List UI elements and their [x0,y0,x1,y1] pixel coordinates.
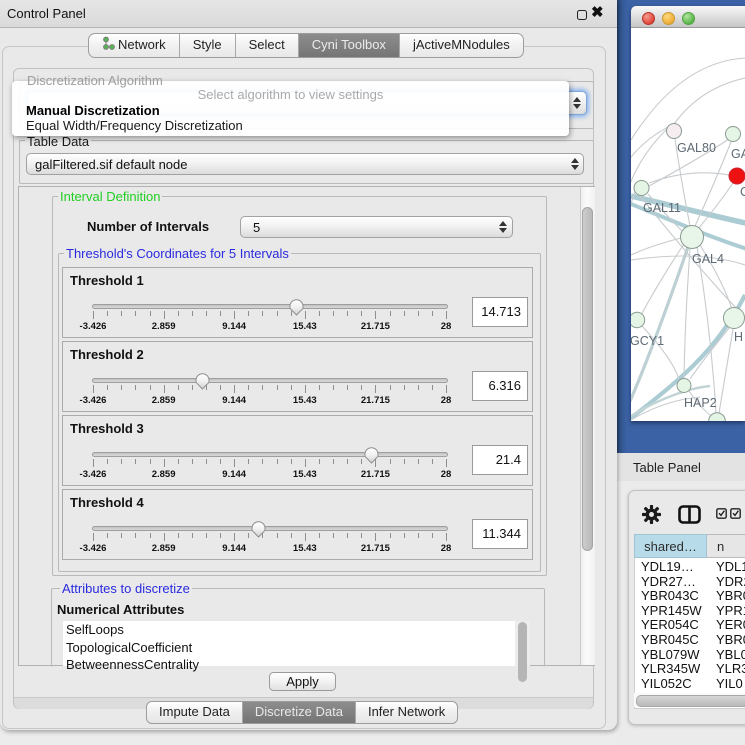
svg-text:C: C [740,185,745,199]
svg-text:GAL11: GAL11 [643,201,681,215]
svg-text:H: H [734,330,743,344]
svg-text:GAL80: GAL80 [677,141,716,155]
svg-text:GAL4: GAL4 [692,252,724,266]
svg-text:GCY1: GCY1 [631,334,664,348]
svg-text:HAP2: HAP2 [684,396,717,410]
svg-text:GA: GA [731,147,745,161]
